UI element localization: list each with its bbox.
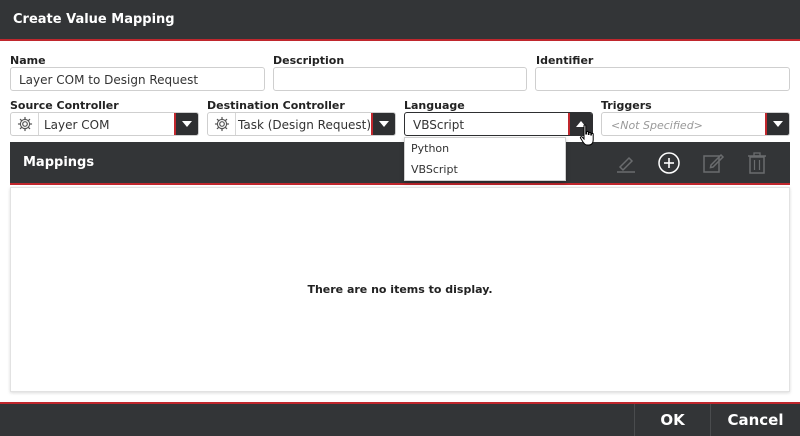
ok-button[interactable]: OK <box>635 404 710 436</box>
triggers-placeholder: <Not Specified> <box>611 119 703 132</box>
identifier-label: Identifier <box>536 54 594 67</box>
name-label: Name <box>10 54 46 67</box>
gear-icon[interactable] <box>11 113 39 135</box>
chevron-down-icon <box>773 121 783 127</box>
triggers-combo[interactable]: <Not Specified> <box>601 112 790 136</box>
name-input[interactable]: Layer COM to Design Request <box>10 67 265 91</box>
language-label: Language <box>404 99 465 112</box>
identifier-input[interactable] <box>535 67 790 91</box>
edit-icon[interactable] <box>700 150 726 176</box>
description-input[interactable] <box>273 67 527 91</box>
dialog-titlebar: Create Value Mapping <box>0 0 800 41</box>
mappings-list: There are no items to display. <box>10 187 790 392</box>
dialog-title: Create Value Mapping <box>13 12 175 27</box>
add-circle-icon[interactable] <box>656 150 682 176</box>
destination-controller-combo[interactable]: Task (Design Request) <box>207 112 396 136</box>
chevron-down-icon <box>182 121 192 127</box>
triggers-label: Triggers <box>601 99 652 112</box>
dialog-footer: OK Cancel <box>0 402 800 436</box>
source-controller-combo[interactable]: Layer COM <box>10 112 199 136</box>
destination-controller-label: Destination Controller <box>207 99 345 112</box>
source-controller-dropdown-button[interactable] <box>174 113 198 135</box>
source-controller-value: Layer COM <box>44 118 110 132</box>
source-controller-label: Source Controller <box>10 99 119 112</box>
language-combo[interactable]: VBScript <box>404 112 593 136</box>
eraser-icon[interactable] <box>613 150 639 176</box>
destination-controller-dropdown-button[interactable] <box>371 113 395 135</box>
language-dropdown-list: Python VBScript <box>404 137 566 181</box>
cancel-button[interactable]: Cancel <box>711 404 800 436</box>
empty-list-message: There are no items to display. <box>307 283 493 296</box>
language-option-vbscript[interactable]: VBScript <box>405 159 565 180</box>
triggers-dropdown-button[interactable] <box>765 113 789 135</box>
description-label: Description <box>273 54 345 67</box>
destination-controller-value: Task (Design Request) <box>238 118 372 132</box>
mappings-title: Mappings <box>23 155 95 170</box>
hand-cursor-icon <box>579 124 597 151</box>
trash-icon[interactable] <box>744 150 770 176</box>
gear-icon[interactable] <box>208 113 236 135</box>
mappings-header: Mappings <box>10 142 790 185</box>
language-value: VBScript <box>413 118 465 132</box>
chevron-down-icon <box>379 121 389 127</box>
language-option-python[interactable]: Python <box>405 138 565 159</box>
